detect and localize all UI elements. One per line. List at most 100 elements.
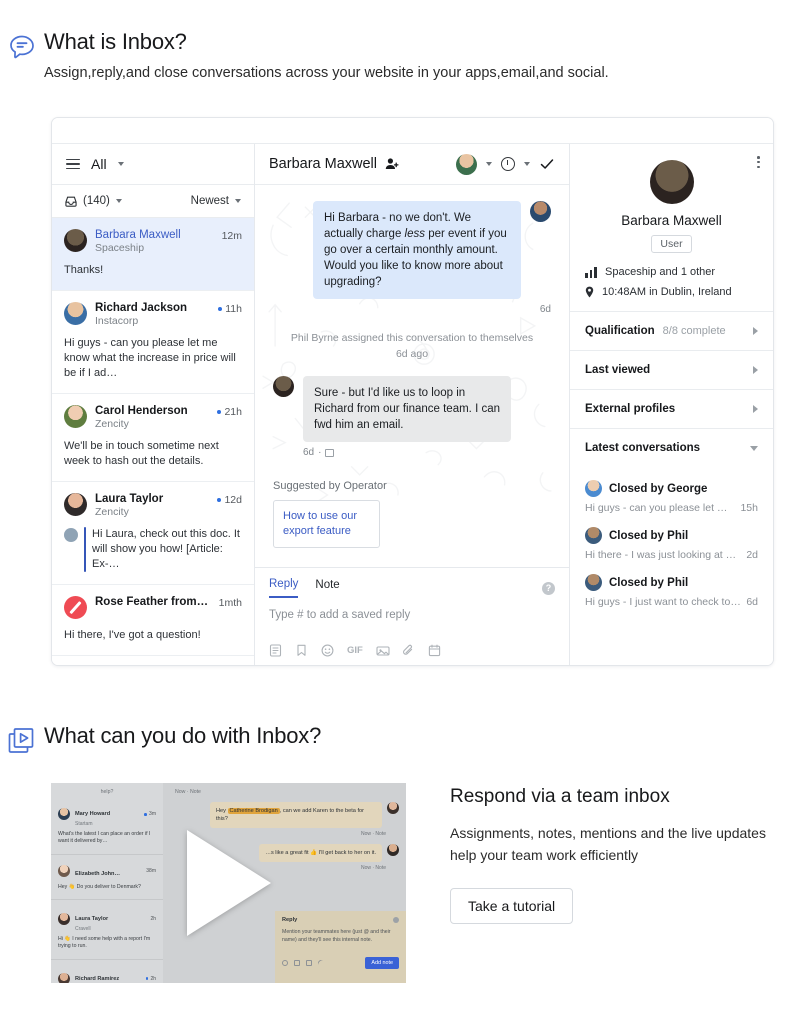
list-item-time: 38m	[146, 868, 156, 874]
chevron-down-icon[interactable]	[750, 445, 758, 451]
assignee-avatar[interactable]	[456, 153, 477, 175]
message-time-text: 6d	[539, 304, 551, 315]
avatar	[387, 802, 399, 814]
emoji-icon[interactable]	[321, 644, 334, 657]
list-item-time-text: 2h	[150, 975, 156, 982]
chevron-right-icon[interactable]	[753, 327, 758, 335]
avatar	[387, 844, 399, 856]
list-item: Richard Ramírez Nugreen 2h Can you pleas…	[51, 960, 163, 983]
hamburger-icon[interactable]	[66, 158, 80, 170]
video-note-bubble: Hey Catherine Brodigan, can we add Karen…	[210, 802, 382, 828]
add-person-icon[interactable]	[385, 157, 399, 171]
saved-replies-icon[interactable]	[269, 644, 282, 657]
list-item-title: Closed by Phil	[609, 576, 689, 589]
inbox-count-label[interactable]: (140)	[83, 195, 110, 207]
inbox-scope-label[interactable]: All	[91, 156, 107, 172]
tab-note[interactable]: Note	[315, 579, 339, 597]
list-item-time: 21h	[216, 405, 242, 418]
list-item-name: Laura Taylor	[95, 493, 164, 505]
message-thread: Hi Barbara - no we don't. We actually ch…	[255, 185, 569, 567]
message-bubble: Hi Barbara - no we don't. We actually ch…	[313, 201, 521, 299]
list-item-time-text: 3m	[149, 811, 156, 818]
list-item[interactable]: Closed by Phil Hi guys - I just want to …	[585, 574, 758, 608]
list-item[interactable]: Richard Jackson Instacorp 11h Hi guys - …	[52, 291, 254, 394]
profile-section-last-viewed[interactable]: Last viewed	[570, 350, 773, 389]
video-note-bubble-row: Hey Catherine Brodigan, can we add Karen…	[163, 802, 406, 828]
list-item-preview: Hi there, I've got a question!	[64, 629, 201, 641]
section-title: Last viewed	[585, 364, 651, 376]
sort-label[interactable]: Newest	[191, 195, 229, 207]
list-item[interactable]: Laura Taylor Zencity 12d Hi Laura, check…	[52, 482, 254, 585]
bookmark-icon[interactable]	[295, 644, 308, 657]
profile-section-latest-conversations[interactable]: Latest conversations	[570, 428, 773, 467]
emoji-icon	[282, 960, 288, 966]
location-pin-icon	[585, 286, 594, 298]
profile-section-external-profiles[interactable]: External profiles	[570, 389, 773, 428]
image-icon[interactable]	[376, 644, 390, 657]
system-event-note: Phil Byrne assigned this conversation to…	[273, 330, 551, 362]
list-item-time: 12m	[222, 229, 242, 242]
profile-section-qualification[interactable]: Qualification 8/8 complete	[570, 311, 773, 350]
chevron-down-icon[interactable]	[486, 162, 492, 166]
list-item[interactable]: Rose Feather from Sa… 1mth Hi there, I'v…	[52, 585, 254, 656]
list-item-preview-row: Hi there - I was just looking at our bil…	[585, 549, 758, 561]
message-timestamp: 6d ·	[273, 447, 551, 458]
inbox-app-card: All (140) Newest Barbara Maxwell Spacesh…	[51, 117, 774, 666]
list-item: Elizabeth John… 38m Hey 👋 Do you deliver…	[51, 855, 163, 900]
list-item-name: Rose Feather from Sa…	[95, 596, 211, 608]
avatar	[58, 864, 70, 877]
composer-input[interactable]: Type # to add a saved reply	[269, 609, 555, 621]
list-item-time: 2h	[145, 975, 156, 982]
list-item-preview: Hi 👋 I need some help with a report I'm …	[58, 935, 151, 950]
list-item-time-text: 1mth	[218, 597, 242, 609]
video-thumbnail[interactable]: help? Mary Howard Startam 3m What's the …	[51, 783, 406, 983]
list-item-time: 2d	[746, 549, 758, 561]
list-item-name: Laura Taylor	[75, 916, 109, 922]
list-item[interactable]: Closed by George Hi guys - can you pleas…	[585, 480, 758, 514]
list-item[interactable]: Barbara Maxwell Spaceship 12m Thanks!	[52, 218, 254, 291]
tab-reply[interactable]: Reply	[269, 578, 299, 598]
chevron-down-icon[interactable]	[117, 162, 124, 166]
list-toolbar: All	[52, 144, 254, 185]
list-item[interactable]: Carol Henderson Zencity 21h We'll be in …	[52, 394, 254, 482]
chevron-down-icon[interactable]	[524, 162, 530, 166]
composer-toolbar: GIF	[269, 644, 555, 657]
list-item-preview-row: Hi guys - can you please let me kno… 15h	[585, 502, 758, 514]
inbox-icon	[65, 196, 77, 207]
profile-summary: Barbara Maxwell User Spaceship and 1 oth…	[570, 144, 773, 311]
chevron-down-icon[interactable]	[235, 199, 241, 203]
chevron-down-icon[interactable]	[115, 199, 122, 203]
chevron-right-icon[interactable]	[753, 366, 758, 374]
composer-tabs: Reply Note ?	[269, 578, 555, 598]
avatar	[585, 574, 602, 591]
list-item-preview: We'll be in touch sometime next week to …	[64, 440, 219, 467]
list-item-preview: Hi guys - can you please let me know wha…	[64, 337, 236, 379]
list-item-company: Zencity	[95, 506, 129, 518]
list-item-name: Richard Ramírez	[75, 975, 120, 982]
play-triangle-icon[interactable]	[186, 830, 271, 936]
list-item-preview: Hey 👋 Do you deliver to Denmark?	[58, 883, 141, 890]
feature-body: Assignments, notes, mentions and the liv…	[450, 825, 766, 863]
check-icon[interactable]	[539, 156, 555, 172]
help-icon[interactable]: ?	[542, 581, 555, 595]
list-item-name: Carol Henderson	[95, 405, 188, 417]
profile-attribute-company: Spaceship and 1 other	[585, 266, 758, 278]
suggestion-card[interactable]: How to use our export feature	[273, 500, 380, 548]
video-list-top-text: help?	[100, 789, 114, 795]
clock-icon[interactable]	[501, 157, 515, 171]
list-item-company: Instacorp	[95, 315, 139, 327]
attachment-icon[interactable]	[402, 644, 415, 657]
list-item[interactable]: Closed by Phil Hi there - I was just loo…	[585, 527, 758, 561]
take-a-tutorial-button[interactable]: Take a tutorial	[450, 888, 574, 924]
list-item[interactable]: Blue Tree from San F… 1mth	[52, 656, 254, 665]
chevron-right-icon[interactable]	[753, 405, 758, 413]
section-what-can-you-do: What can you do with Inbox?	[0, 722, 806, 758]
avatar	[64, 302, 87, 325]
avatar	[64, 229, 87, 252]
list-item: Laura Taylor Cravell 2h Hi 👋 I need some…	[51, 900, 163, 960]
calendar-icon[interactable]	[428, 644, 441, 657]
gif-icon[interactable]: GIF	[347, 644, 363, 657]
video-top-meta: Now · Note	[175, 789, 201, 795]
more-options-icon[interactable]	[757, 156, 760, 169]
help-icon	[393, 917, 399, 923]
